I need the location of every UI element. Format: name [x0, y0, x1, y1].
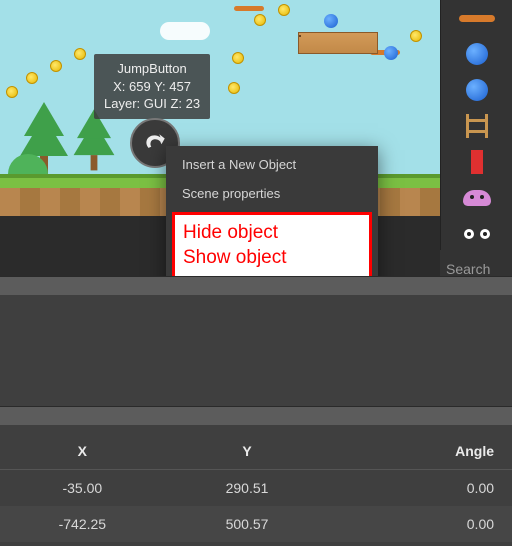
col-angle[interactable]: Angle	[329, 443, 512, 459]
small-platform[interactable]	[234, 6, 264, 11]
coin[interactable]	[254, 14, 266, 26]
panel-header-bar[interactable]	[0, 277, 512, 295]
col-y[interactable]: Y	[165, 443, 330, 459]
ctx-label: Insert a New Object	[182, 157, 296, 172]
coin[interactable]	[26, 72, 38, 84]
cell-angle[interactable]: 0.00	[329, 480, 512, 496]
coin[interactable]	[232, 52, 244, 64]
timeline-panel[interactable]	[0, 276, 512, 406]
col-x[interactable]: X	[0, 443, 165, 459]
ctx-show-object[interactable]: Show object	[183, 246, 361, 271]
coin[interactable]	[228, 82, 240, 94]
cell-angle[interactable]: 0.00	[329, 516, 512, 532]
coin[interactable]	[278, 4, 290, 16]
obj-blue-ball[interactable]	[449, 40, 505, 68]
tooltip-layer: Layer: GUI Z: 23	[104, 95, 200, 113]
table-row[interactable]: -742.25 500.57 0.00	[0, 506, 512, 542]
table-row[interactable]: -35.00 290.51 0.00	[0, 470, 512, 506]
tree	[74, 130, 115, 171]
coin[interactable]	[6, 86, 18, 98]
tooltip-coords: X: 659 Y: 457	[104, 78, 200, 96]
obj-eyes[interactable]	[449, 220, 505, 248]
cell-x[interactable]: -742.25	[0, 516, 165, 532]
object-panel	[440, 0, 512, 290]
object-tooltip: JumpButton X: 659 Y: 457 Layer: GUI Z: 2…	[94, 54, 210, 119]
table-header: X Y Angle	[0, 425, 512, 470]
obj-red-block[interactable]	[449, 148, 505, 176]
ctx-scene-properties[interactable]: Scene properties	[166, 179, 378, 208]
arrow-up-icon	[142, 130, 168, 156]
obj-ladder[interactable]	[449, 112, 505, 140]
ctx-highlight-box: Hide object Show object	[172, 212, 372, 279]
obj-platform-bar[interactable]	[449, 4, 505, 32]
coin[interactable]	[74, 48, 86, 60]
coin[interactable]	[50, 60, 62, 72]
cell-x[interactable]: -35.00	[0, 480, 165, 496]
ctx-insert-object[interactable]: Insert a New Object	[166, 150, 378, 179]
tooltip-name: JumpButton	[104, 60, 200, 78]
cloud	[160, 22, 210, 40]
ctx-hide-object[interactable]: Hide object	[183, 221, 361, 246]
obj-blob-enemy[interactable]	[449, 184, 505, 212]
obj-blue-ball[interactable]	[449, 76, 505, 104]
panel-header-bar[interactable]	[0, 407, 512, 425]
blue-ball[interactable]	[384, 46, 398, 60]
ctx-label: Scene properties	[182, 186, 280, 201]
blue-ball[interactable]	[324, 14, 338, 28]
search-input[interactable]	[446, 261, 506, 277]
block-platform[interactable]	[298, 32, 378, 54]
coin[interactable]	[410, 30, 422, 42]
cell-y[interactable]: 290.51	[165, 480, 330, 496]
cell-y[interactable]: 500.57	[165, 516, 330, 532]
properties-panel: X Y Angle -35.00 290.51 0.00 -742.25 500…	[0, 406, 512, 546]
